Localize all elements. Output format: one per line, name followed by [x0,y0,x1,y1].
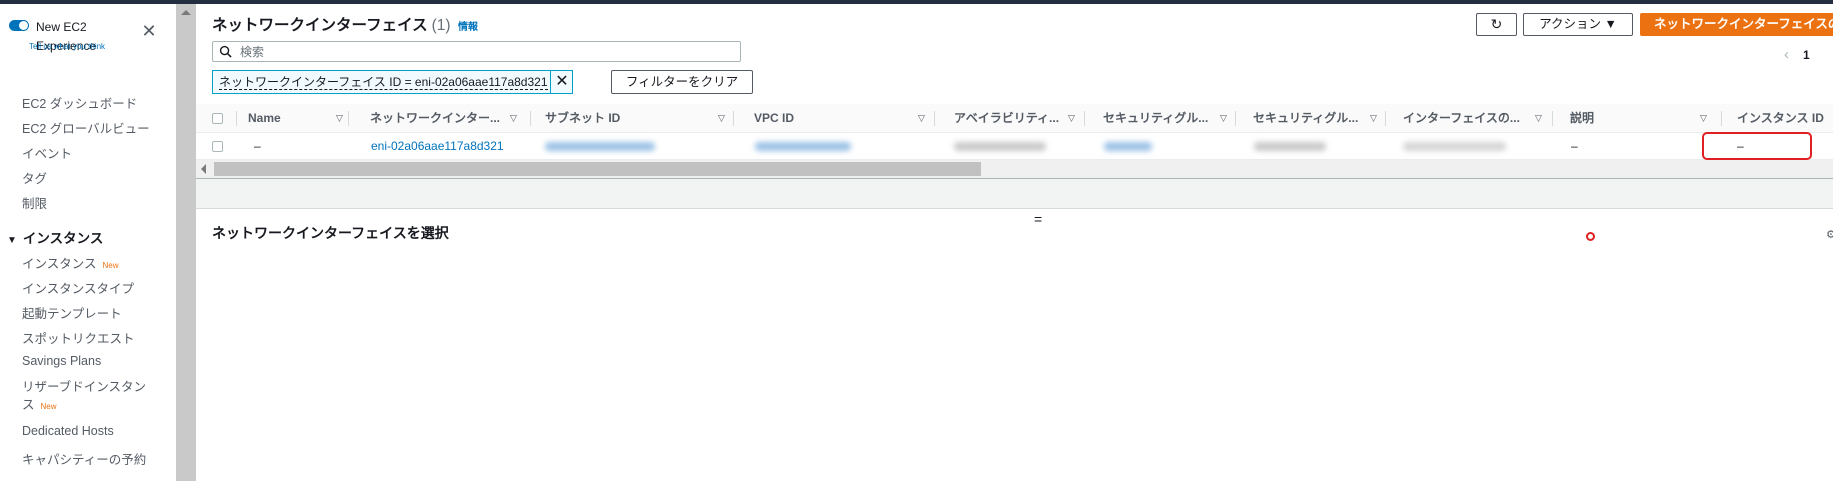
new-badge: New [102,261,119,270]
sidebar-scrollbar[interactable] [176,4,196,481]
column-divider [1721,111,1722,126]
highlight-annotation [1702,132,1812,160]
sort-icon[interactable]: ▽ [918,104,925,133]
clear-filters-button[interactable]: フィルターをクリア [611,70,753,94]
close-icon[interactable]: ✕ [140,22,158,40]
page-number[interactable]: 1 [1803,48,1810,62]
sort-icon[interactable]: ▽ [1535,104,1542,133]
sidebar-item-reserved-instances[interactable]: リザーブドインスタンス New [22,378,152,416]
cell-eni-id-link[interactable]: eni-02a06aae117a8d321 [371,133,504,160]
scroll-up-arrow-icon[interactable] [181,10,191,15]
sort-icon[interactable]: ▽ [510,104,517,133]
filter-token[interactable]: ネットワークインターフェイス ID = eni-02a06aae117a8d32… [212,70,573,94]
refresh-button[interactable]: ↻ [1476,13,1517,36]
column-header-instance-id[interactable]: インスタンス ID [1737,104,1833,133]
info-link[interactable]: 情報 [458,18,478,33]
sidebar-item-limits[interactable]: 制限 [22,193,47,212]
sort-icon[interactable]: ▽ [1220,104,1227,133]
table-horizontal-scrollbar[interactable] [196,160,1833,178]
refresh-icon: ↻ [1490,16,1503,32]
search-input[interactable] [240,43,730,60]
sort-icon[interactable]: ▽ [336,104,343,133]
drag-handle-icon[interactable]: = [1034,211,1042,227]
column-header-security-group-names[interactable]: セキュリティグル... [1103,104,1211,133]
pagination: ‹ 1 [1784,46,1810,63]
sidebar-item-events[interactable]: イベント [22,143,72,162]
column-divider [236,111,237,126]
row-checkbox[interactable] [212,141,223,152]
column-divider [733,111,734,126]
sidebar-item-dedicated-hosts[interactable]: Dedicated Hosts [22,424,114,438]
mouse-cursor-marker [1586,232,1595,241]
column-divider [1084,111,1085,126]
split-panel-divider [196,178,1833,209]
cell-availability-zone-redacted [954,142,1046,151]
column-header-vpc-id[interactable]: VPC ID [754,104,884,133]
filter-token-label[interactable]: ネットワークインターフェイス ID = eni-02a06aae117a8d32… [219,75,548,90]
column-header-subnet-id[interactable]: サブネット ID [545,104,675,133]
sidebar-item-launch-templates[interactable]: 起動テンプレート [22,303,122,322]
cell-description: – [1571,139,1578,153]
scroll-left-arrow-icon[interactable] [201,164,206,174]
sidebar-section-instances[interactable]: ▼ インスタンス [7,227,103,247]
sidebar-item-tags[interactable]: タグ [22,168,47,187]
sidebar-item-savings-plans[interactable]: Savings Plans [22,354,101,368]
column-divider [348,111,349,126]
feedback-link[interactable]: Tell us what you think [29,42,105,51]
remove-filter-icon[interactable]: ✕ [550,71,573,93]
title-text: ネットワークインターフェイス [212,17,428,34]
table-row[interactable]: – eni-02a06aae117a8d321 – – [196,133,1833,160]
settings-icon[interactable]: ⚙ [1826,228,1833,241]
new-experience-toggle[interactable] [9,20,29,31]
sidebar-item-instance-types[interactable]: インスタンスタイプ [22,278,134,297]
column-header-eni-id[interactable]: ネットワークインター... [370,104,500,133]
column-header-name[interactable]: Name [248,104,318,133]
column-divider [530,111,531,126]
sidebar-item-global-view[interactable]: EC2 グローバルビュー [22,118,150,137]
column-header-availability-zone[interactable]: アベイラビリティ... [954,104,1064,133]
column-divider [1552,111,1553,126]
page-title: ネットワークインターフェイス (1) [212,13,451,35]
sort-icon[interactable]: ▽ [1370,104,1377,133]
column-divider [934,111,935,126]
chevron-left-icon[interactable]: ‹ [1784,46,1789,63]
main-content: ネットワークインターフェイス (1) 情報 ↻ アクション ▼ ネットワークインタ… [196,4,1833,481]
sidebar-item-ec2-dashboard[interactable]: EC2 ダッシュボード [22,93,137,112]
column-divider [1385,111,1386,126]
cell-vpc-id-redacted[interactable] [755,142,851,151]
column-header-security-group-ids[interactable]: セキュリティグル... [1253,104,1361,133]
sidebar-item-capacity-reservations[interactable]: キャパシティーの予約 [22,449,146,468]
create-network-interface-button[interactable]: ネットワークインターフェイスの作成 [1640,13,1833,36]
column-divider [1235,111,1236,126]
item-label: インスタンス [22,257,97,271]
split-panel-title: ネットワークインターフェイスを選択 [212,225,449,241]
table-header: Name ▽ ネットワークインター... ▽ サブネット ID ▽ VPC ID… [196,104,1833,133]
column-header-interface-type[interactable]: インターフェイスの... [1403,104,1523,133]
search-icon [219,45,232,58]
cell-name: – [254,139,261,153]
search-box [212,41,741,62]
sidebar-item-instances[interactable]: インスタンス New [22,253,119,272]
sort-icon[interactable]: ▽ [1068,104,1075,133]
scrollbar-thumb[interactable] [214,162,981,176]
section-label: インスタンス [22,231,104,246]
cell-security-group-ids-redacted [1254,142,1326,151]
item-count: (1) [431,17,451,34]
cell-interface-type-redacted [1403,142,1506,151]
sort-icon[interactable]: ▽ [1700,104,1707,133]
select-all-checkbox[interactable] [212,113,223,124]
sort-icon[interactable]: ▽ [718,104,725,133]
caret-down-icon: ▼ [7,235,17,246]
actions-dropdown[interactable]: アクション ▼ [1523,13,1633,36]
sidebar-item-spot-requests[interactable]: スポットリクエスト [22,328,135,347]
cell-subnet-id-redacted[interactable] [545,142,655,151]
column-header-description[interactable]: 説明 [1570,104,1630,133]
sidebar: New EC2 Experience Tell us what you thin… [0,4,176,481]
new-badge: New [40,402,57,411]
cell-security-group-names-redacted[interactable] [1104,142,1152,151]
